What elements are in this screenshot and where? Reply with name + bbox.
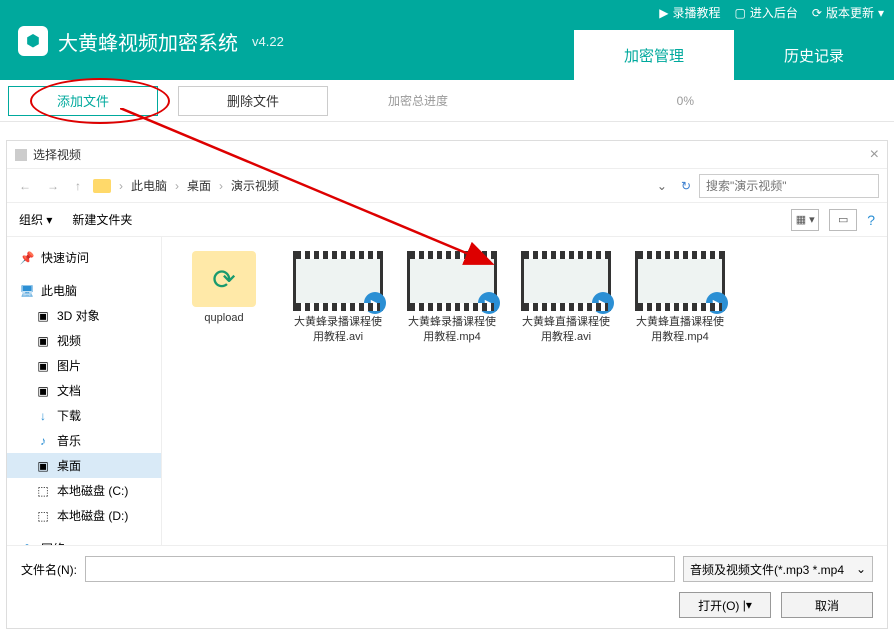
delete-file-button[interactable]: 删除文件: [178, 86, 328, 116]
sidebar-videos[interactable]: ▣视频: [7, 328, 161, 353]
nav-forward-icon[interactable]: →: [43, 179, 63, 193]
file-item-video[interactable]: ▶ 大黄蜂录播课程使用教程.mp4: [404, 251, 500, 345]
app-logo-icon: ⬢: [18, 26, 48, 56]
toolbar: 添加文件 删除文件 加密总进度 0%: [0, 80, 894, 122]
view-mode-button[interactable]: ▦ ▾: [791, 209, 819, 231]
open-button[interactable]: 打开(O) |▾: [679, 592, 771, 618]
sidebar-3d[interactable]: ▣3D 对象: [7, 303, 161, 328]
sidebar-documents[interactable]: ▣文档: [7, 378, 161, 403]
crumb-dropdown-icon[interactable]: ⌄: [651, 179, 673, 193]
search-input[interactable]: [699, 174, 879, 198]
tab-history[interactable]: 历史记录: [734, 30, 894, 80]
file-item-video[interactable]: ▶ 大黄蜂录播课程使用教程.avi: [290, 251, 386, 345]
file-list: ⟳ qupload ▶ 大黄蜂录播课程使用教程.avi ▶ 大黄蜂录播课程使用教…: [162, 237, 887, 545]
preview-pane-button[interactable]: ▭: [829, 209, 857, 231]
app-title: 大黄蜂视频加密系统: [58, 27, 238, 56]
app-header: ▶ 录播教程 ▢ 进入后台 ⟳ 版本更新 ▾ ⬢ 大黄蜂视频加密系统 v4.22…: [0, 0, 894, 80]
sidebar-quick-access[interactable]: 📌快速访问: [7, 245, 161, 270]
video-thumb-icon: ▶: [635, 251, 725, 311]
sidebar-music[interactable]: ♪音乐: [7, 428, 161, 453]
dialog-icon: [15, 149, 27, 161]
folder-thumb-icon: ⟳: [192, 251, 256, 307]
dialog-sidebar: 📌快速访问 🖥此电脑 ▣3D 对象 ▣视频 ▣图片 ▣文档 ↓下载 ♪音乐 ▣桌…: [7, 237, 162, 545]
sidebar-this-pc[interactable]: 🖥此电脑: [7, 278, 161, 303]
app-version: v4.22: [252, 34, 284, 49]
progress-label: 加密总进度: [388, 92, 448, 109]
refresh-icon[interactable]: ↻: [681, 179, 691, 193]
top-links: ▶ 录播教程 ▢ 进入后台 ⟳ 版本更新 ▾: [659, 4, 884, 21]
dialog-title: 选择视频: [33, 146, 81, 163]
cancel-button[interactable]: 取消: [781, 592, 873, 618]
dialog-toolbar: 组织 ▾ 新建文件夹 ▦ ▾ ▭ ?: [7, 203, 887, 237]
play-badge-icon: ▶: [706, 292, 728, 314]
file-item-video[interactable]: ▶ 大黄蜂直播课程使用教程.mp4: [632, 251, 728, 345]
dialog-footer: 文件名(N): 音频及视频文件(*.mp3 *.mp4⌄ 打开(O) |▾ 取消: [7, 545, 887, 628]
filename-input[interactable]: [85, 556, 675, 582]
nav-back-icon[interactable]: ←: [15, 179, 35, 193]
sidebar-network[interactable]: ⬢网络: [7, 536, 161, 545]
crumb-folder[interactable]: 演示视频: [231, 177, 279, 194]
sidebar-desktop[interactable]: ▣桌面: [7, 453, 161, 478]
logo-row: ⬢ 大黄蜂视频加密系统 v4.22: [18, 26, 284, 56]
sidebar-downloads[interactable]: ↓下载: [7, 403, 161, 428]
progress-value: 0%: [677, 94, 694, 108]
tutorial-link[interactable]: ▶ 录播教程: [659, 4, 720, 21]
sidebar-disk-c[interactable]: ⬚本地磁盘 (C:): [7, 478, 161, 503]
backend-link[interactable]: ▢ 进入后台: [735, 4, 798, 21]
update-link[interactable]: ⟳ 版本更新 ▾: [812, 4, 884, 21]
video-thumb-icon: ▶: [407, 251, 497, 311]
play-badge-icon: ▶: [478, 292, 500, 314]
file-open-dialog: 选择视频 × ← → ↑ › 此电脑 › 桌面 › 演示视频 ⌄ ↻ 组织 ▾ …: [6, 140, 888, 629]
nav-up-icon[interactable]: ↑: [71, 179, 85, 193]
chevron-down-icon: ⌄: [856, 562, 866, 576]
organize-menu[interactable]: 组织 ▾: [19, 211, 52, 228]
help-icon[interactable]: ?: [867, 212, 875, 228]
crumb-pc[interactable]: 此电脑: [131, 177, 167, 194]
new-folder-button[interactable]: 新建文件夹: [72, 211, 132, 228]
dialog-nav: ← → ↑ › 此电脑 › 桌面 › 演示视频 ⌄ ↻: [7, 169, 887, 203]
add-file-button[interactable]: 添加文件: [8, 86, 158, 116]
play-badge-icon: ▶: [364, 292, 386, 314]
play-badge-icon: ▶: [592, 292, 614, 314]
sidebar-disk-d[interactable]: ⬚本地磁盘 (D:): [7, 503, 161, 528]
file-filter-select[interactable]: 音频及视频文件(*.mp3 *.mp4⌄: [683, 556, 873, 582]
dialog-body: 📌快速访问 🖥此电脑 ▣3D 对象 ▣视频 ▣图片 ▣文档 ↓下载 ♪音乐 ▣桌…: [7, 237, 887, 545]
folder-icon: [93, 179, 111, 193]
file-item-folder[interactable]: ⟳ qupload: [176, 251, 272, 326]
crumb-desktop[interactable]: 桌面: [187, 177, 211, 194]
video-thumb-icon: ▶: [521, 251, 611, 311]
tab-encrypt[interactable]: 加密管理: [574, 30, 734, 80]
sidebar-pictures[interactable]: ▣图片: [7, 353, 161, 378]
file-item-video[interactable]: ▶ 大黄蜂直播课程使用教程.avi: [518, 251, 614, 345]
close-icon[interactable]: ×: [870, 146, 879, 164]
video-thumb-icon: ▶: [293, 251, 383, 311]
filename-label: 文件名(N):: [21, 561, 77, 578]
main-tabs: 加密管理 历史记录: [574, 30, 894, 80]
dialog-titlebar: 选择视频 ×: [7, 141, 887, 169]
